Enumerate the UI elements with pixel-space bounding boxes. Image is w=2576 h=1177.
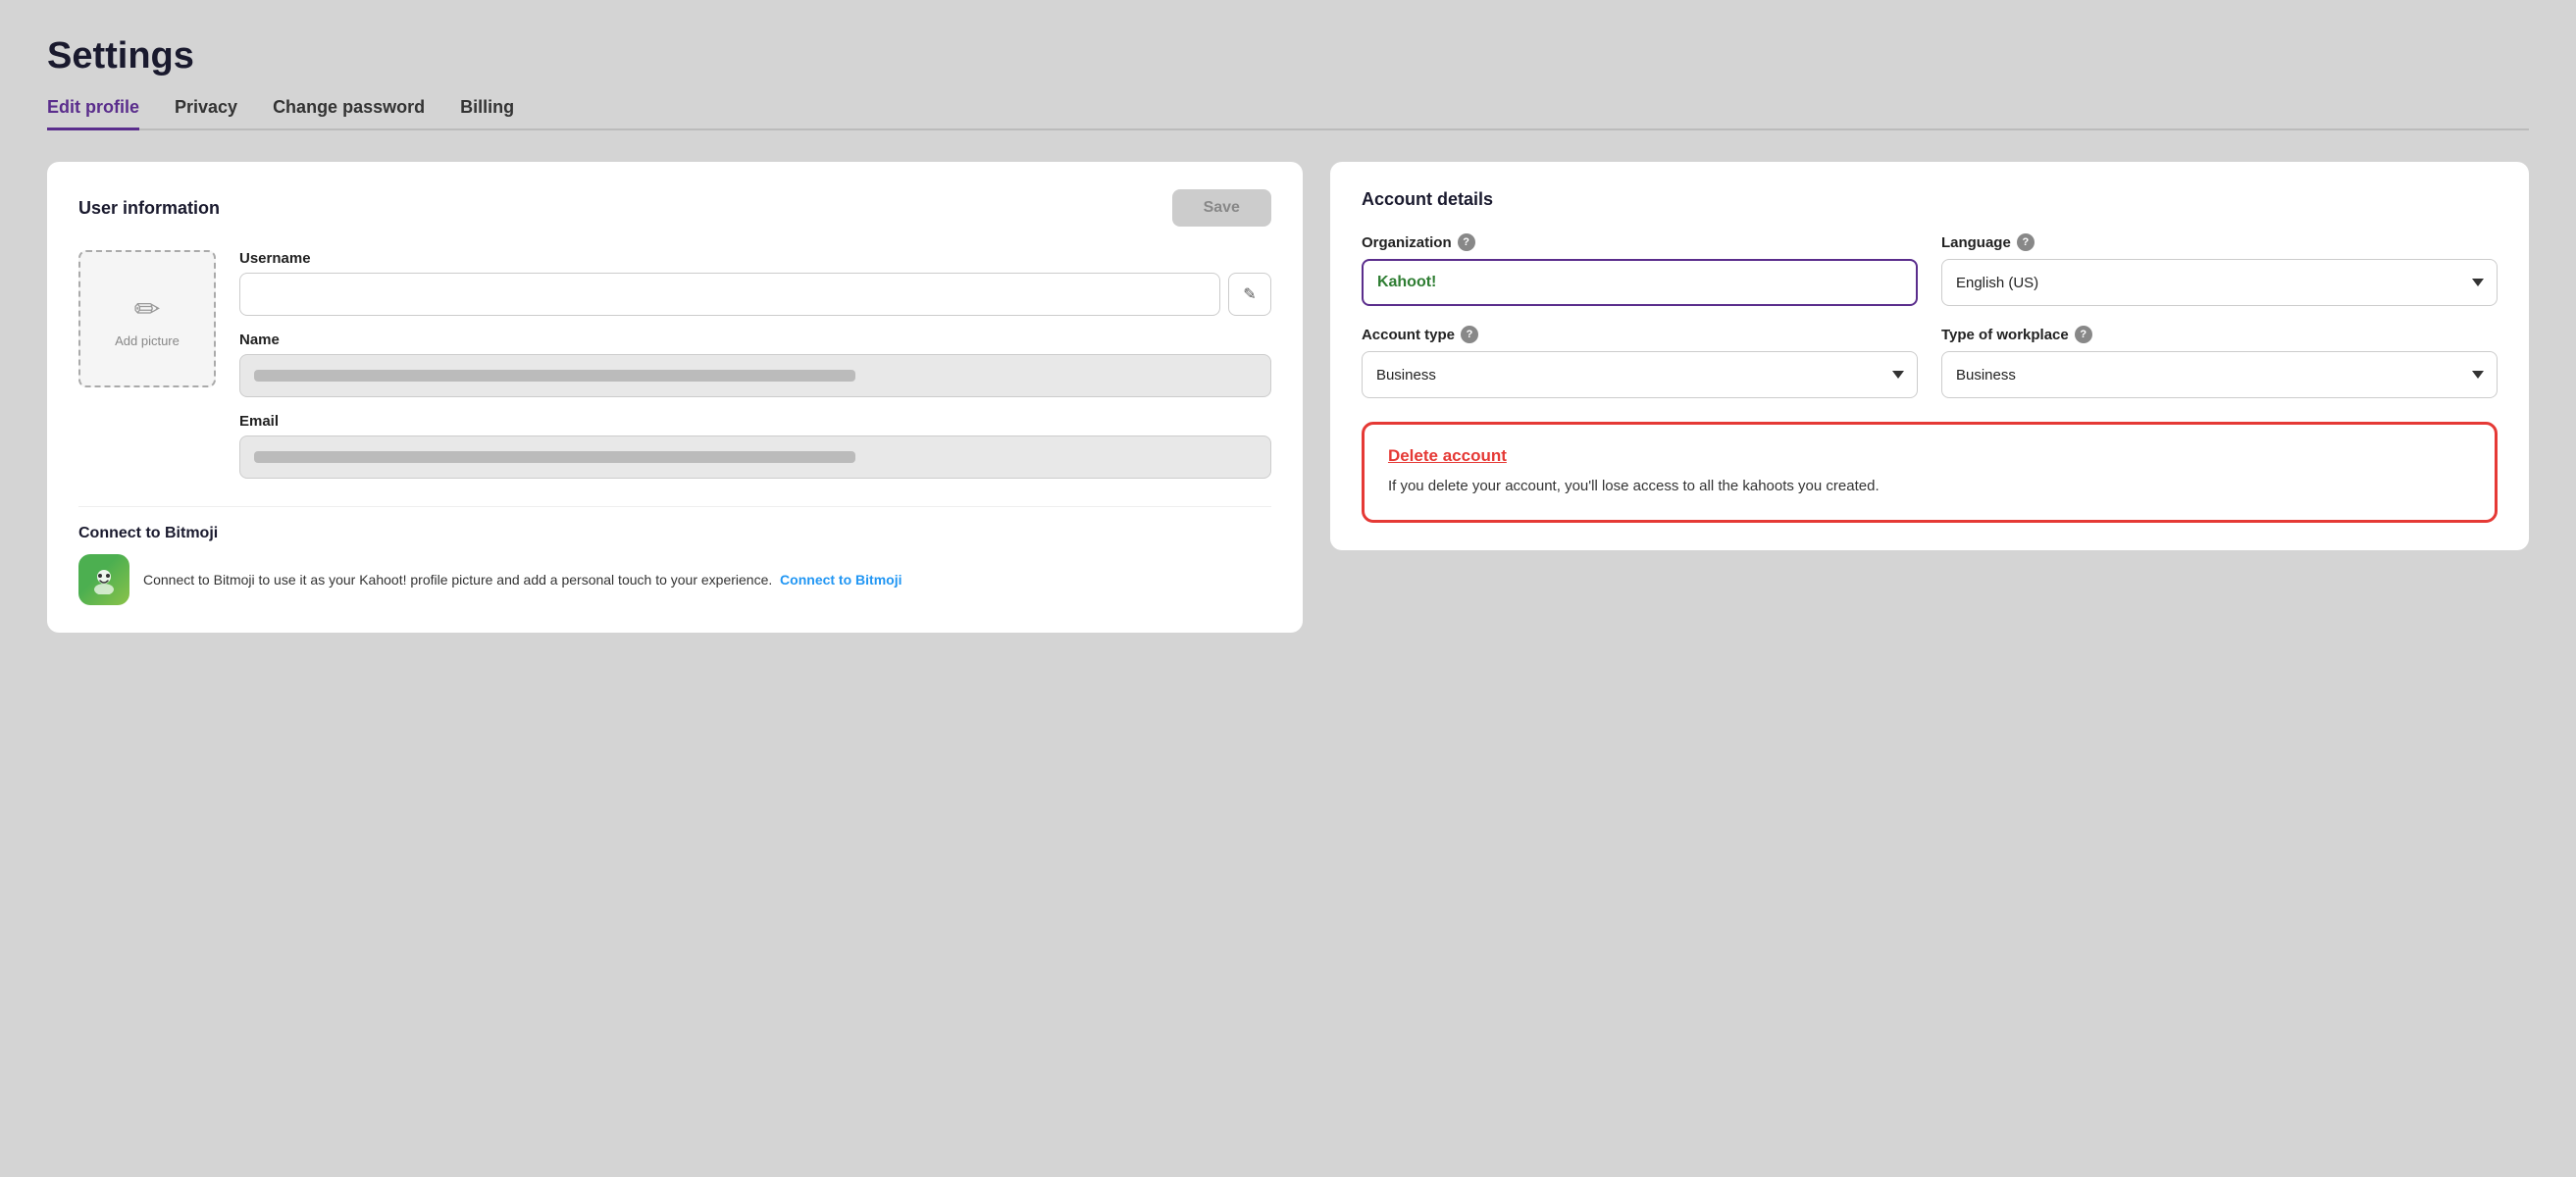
language-label: Language ? bbox=[1941, 233, 2498, 251]
workplace-field-group: Type of workplace ? Business bbox=[1941, 326, 2498, 398]
organization-input[interactable] bbox=[1362, 259, 1918, 306]
account-grid: Organization ? Language ? English (US) bbox=[1362, 233, 2498, 398]
connect-bitmoji-section: Connect to Bitmoji Connect to Bitmoji to… bbox=[78, 506, 1271, 605]
organization-field-group: Organization ? bbox=[1362, 233, 1918, 306]
organization-help-icon[interactable]: ? bbox=[1458, 233, 1475, 251]
account-type-select[interactable]: Business bbox=[1362, 351, 1918, 398]
workplace-select-wrapper: Business bbox=[1941, 351, 2498, 398]
language-select-wrapper: English (US) bbox=[1941, 259, 2498, 306]
delete-account-description: If you delete your account, you'll lose … bbox=[1388, 476, 2471, 498]
tab-edit-profile[interactable]: Edit profile bbox=[47, 97, 139, 130]
image-icon: ✏ bbox=[134, 290, 161, 328]
add-picture-label: Add picture bbox=[115, 333, 180, 348]
email-input-masked bbox=[239, 435, 1271, 479]
bitmoji-row: Connect to Bitmoji to use it as your Kah… bbox=[78, 554, 1271, 605]
username-edit-button[interactable]: ✎ bbox=[1228, 273, 1271, 316]
card-header: User information Save bbox=[78, 189, 1271, 227]
workplace-label: Type of workplace ? bbox=[1941, 326, 2498, 343]
avatar-upload[interactable]: ✏ Add picture bbox=[78, 250, 216, 387]
tab-billing[interactable]: Billing bbox=[460, 97, 514, 130]
name-mask bbox=[254, 370, 855, 382]
email-field-group: Email bbox=[239, 413, 1271, 479]
tabs-nav: Edit profile Privacy Change password Bil… bbox=[47, 97, 2529, 130]
account-details-card: Account details Organization ? Language … bbox=[1330, 162, 2529, 550]
bitmoji-description: Connect to Bitmoji to use it as your Kah… bbox=[143, 570, 902, 590]
organization-label: Organization ? bbox=[1362, 233, 1918, 251]
account-details-title: Account details bbox=[1362, 189, 2498, 210]
bitmoji-logo bbox=[78, 554, 129, 605]
fields-container: Username ✎ Name Email bbox=[239, 250, 1271, 479]
delete-account-link[interactable]: Delete account bbox=[1388, 446, 1507, 466]
language-field-group: Language ? English (US) bbox=[1941, 233, 2498, 306]
language-help-icon[interactable]: ? bbox=[2017, 233, 2035, 251]
username-label: Username bbox=[239, 250, 1271, 267]
account-type-field-group: Account type ? Business bbox=[1362, 326, 1918, 398]
account-type-help-icon[interactable]: ? bbox=[1461, 326, 1478, 343]
user-info-title: User information bbox=[78, 198, 220, 219]
account-type-select-wrapper: Business bbox=[1362, 351, 1918, 398]
user-information-card: User information Save ✏ Add picture User… bbox=[47, 162, 1303, 633]
username-field-group: Username ✎ bbox=[239, 250, 1271, 316]
username-row: ✎ bbox=[239, 273, 1271, 316]
connect-bitmoji-link[interactable]: Connect to Bitmoji bbox=[780, 572, 902, 588]
name-input-masked bbox=[239, 354, 1271, 397]
workplace-help-icon[interactable]: ? bbox=[2075, 326, 2092, 343]
content-row: User information Save ✏ Add picture User… bbox=[47, 162, 2529, 633]
language-select[interactable]: English (US) bbox=[1941, 259, 2498, 306]
account-type-label: Account type ? bbox=[1362, 326, 1918, 343]
tab-privacy[interactable]: Privacy bbox=[175, 97, 237, 130]
tab-change-password[interactable]: Change password bbox=[273, 97, 425, 130]
delete-account-box: Delete account If you delete your accoun… bbox=[1362, 422, 2498, 523]
bitmoji-title: Connect to Bitmoji bbox=[78, 525, 1271, 542]
page-title: Settings bbox=[47, 35, 2529, 77]
email-mask bbox=[254, 451, 855, 463]
bitmoji-logo-icon bbox=[89, 565, 119, 594]
user-info-body: ✏ Add picture Username ✎ Name bbox=[78, 250, 1271, 479]
save-button[interactable]: Save bbox=[1172, 189, 1271, 227]
email-label: Email bbox=[239, 413, 1271, 430]
name-field-group: Name bbox=[239, 332, 1271, 397]
name-label: Name bbox=[239, 332, 1271, 348]
username-input[interactable] bbox=[239, 273, 1220, 316]
workplace-select[interactable]: Business bbox=[1941, 351, 2498, 398]
